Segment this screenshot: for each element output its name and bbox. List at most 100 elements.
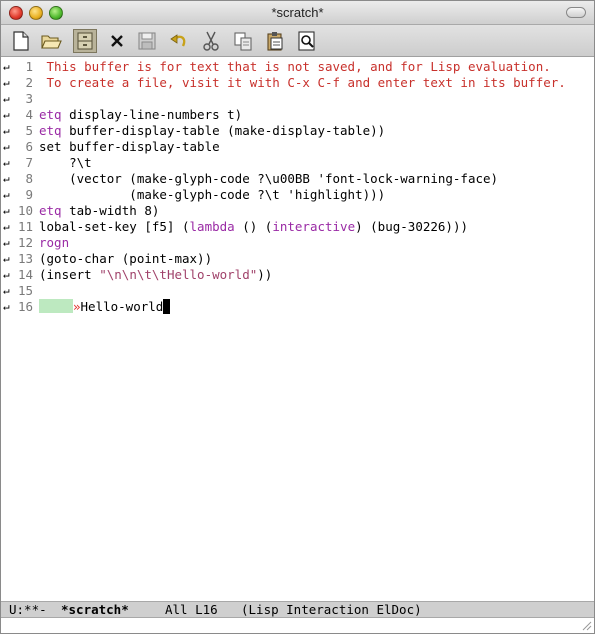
buffer-line[interactable]: ↵ 14 (insert "\n\n\t\tHello-world")) — [1, 267, 594, 283]
code-token: Hello-world — [80, 299, 164, 314]
continuation-arrow-icon: ↵ — [3, 268, 10, 281]
buffer-line[interactable]: ↵ 8 (vector (make-glyph-code ?\u00BB 'fon… — [1, 171, 594, 187]
modeline-status: U:**- — [9, 602, 47, 617]
buffer-line[interactable]: ↵ 3 — [1, 91, 594, 107]
code-token: lambda — [189, 219, 235, 234]
line-number: 12 — [17, 235, 33, 250]
line-number: 16 — [17, 299, 33, 314]
line-text[interactable]: (insert "\n\n\t\tHello-world")) — [39, 267, 272, 283]
code-token: )) — [257, 267, 273, 282]
buffer-line[interactable]: ↵ 4 etq display-line-numbers t) — [1, 107, 594, 123]
search-button[interactable] — [295, 29, 319, 53]
code-token: interactive — [272, 219, 356, 234]
modeline-position: All L16 — [165, 602, 218, 617]
continuation-arrow-icon: ↵ — [3, 60, 10, 73]
modeline-modes[interactable]: (Lisp Interaction ElDoc) — [241, 602, 422, 618]
paste-button[interactable] — [263, 29, 287, 53]
buffer-line[interactable]: ↵ 15 — [1, 283, 594, 299]
text-cursor — [163, 299, 171, 314]
code-token: To create a file, visit it with C-x C-f … — [39, 75, 566, 90]
continuation-arrow-icon: ↵ — [3, 252, 10, 265]
buffer-line[interactable]: ↵ 16 »Hello-world — [1, 299, 594, 315]
dired-button[interactable] — [73, 29, 97, 53]
line-number: 5 — [25, 123, 33, 138]
line-text[interactable]: (goto-char (point-max)) — [39, 251, 212, 267]
line-text[interactable]: etq buffer-display-table (make-display-t… — [39, 123, 385, 139]
line-text[interactable]: ?\t — [39, 155, 92, 171]
continuation-arrow-icon: ↵ — [3, 124, 10, 137]
line-number: 14 — [17, 267, 33, 282]
new-file-button[interactable] — [9, 29, 33, 53]
line-text[interactable]: etq tab-width 8) — [39, 203, 159, 219]
buffer-line[interactable]: ↵ 1 This buffer is for text that is not s… — [1, 59, 594, 75]
buffer-text-area[interactable]: ↵ 1 This buffer is for text that is not s… — [1, 58, 594, 600]
code-token: set buffer-display-table — [39, 139, 220, 154]
line-text[interactable]: To create a file, visit it with C-x C-f … — [39, 75, 566, 91]
continuation-arrow-icon: ↵ — [3, 284, 10, 297]
continuation-arrow-icon: ↵ — [3, 204, 10, 217]
code-token: lobal-set-key [f5] ( — [39, 219, 190, 234]
buffer-line[interactable]: ↵ 5 etq buffer-display-table (make-display… — [1, 123, 594, 139]
line-text[interactable]: »Hello-world — [39, 299, 171, 315]
line-text[interactable]: (vector (make-glyph-code ?\u00BB 'font-l… — [39, 171, 498, 187]
cabinet-icon — [77, 32, 93, 50]
line-text[interactable]: lobal-set-key [f5] (lambda () (interacti… — [39, 219, 468, 235]
code-token: etq — [39, 107, 62, 122]
continuation-arrow-icon: ↵ — [3, 108, 10, 121]
mode-line[interactable]: U:**- *scratch* All L16 (Lisp Interactio… — [1, 601, 594, 618]
kill-buffer-button[interactable] — [105, 29, 129, 53]
code-token: (goto-char (point-max)) — [39, 251, 213, 266]
copy-button[interactable] — [231, 29, 255, 53]
buffer-line[interactable]: ↵ 9 (make-glyph-code ?\t 'highlight))) — [1, 187, 594, 203]
line-number: 1 — [25, 59, 33, 74]
line-number: 11 — [17, 219, 33, 234]
line-text[interactable]: This buffer is for text that is not save… — [39, 59, 551, 75]
line-text[interactable]: etq display-line-numbers t) — [39, 107, 242, 123]
open-file-button[interactable] — [39, 29, 63, 53]
title-bar[interactable]: *scratch* — [1, 1, 594, 25]
line-number: 8 — [25, 171, 33, 186]
continuation-arrow-icon: ↵ — [3, 172, 10, 185]
code-token: () ( — [234, 219, 273, 234]
line-number: 4 — [25, 107, 33, 122]
code-token: buffer-display-table (make-display-table… — [61, 123, 386, 138]
buffer-line[interactable]: ↵ 12 rogn — [1, 235, 594, 251]
continuation-arrow-icon: ↵ — [3, 220, 10, 233]
line-number: 6 — [25, 139, 33, 154]
line-text[interactable]: set buffer-display-table — [39, 139, 220, 155]
modeline-buffer-name[interactable]: *scratch* — [61, 602, 129, 618]
continuation-arrow-icon: ↵ — [3, 236, 10, 249]
undo-icon — [170, 34, 186, 47]
toolbar-toggle-button[interactable] — [566, 7, 586, 18]
scissors-icon — [203, 31, 219, 51]
save-button[interactable] — [135, 29, 159, 53]
window-title: *scratch* — [271, 5, 324, 20]
line-number: 9 — [25, 187, 33, 202]
folder-open-icon — [41, 35, 62, 49]
cut-button[interactable] — [199, 29, 223, 53]
continuation-arrow-icon: ↵ — [3, 76, 10, 89]
buffer-line[interactable]: ↵ 6 set buffer-display-table — [1, 139, 594, 155]
undo-button[interactable] — [167, 29, 191, 53]
line-text[interactable]: rogn — [39, 235, 69, 251]
code-token: » — [73, 299, 81, 314]
buffer-line[interactable]: ↵ 2 To create a file, visit it with C-x C… — [1, 75, 594, 91]
close-x-icon — [111, 35, 123, 47]
buffer-line[interactable]: ↵ 7 ?\t — [1, 155, 594, 171]
resize-grip-icon[interactable] — [580, 619, 592, 631]
buffer-line[interactable]: ↵ 11 lobal-set-key [f5] (lambda () (intera… — [1, 219, 594, 235]
line-text[interactable]: (make-glyph-code ?\t 'highlight))) — [39, 187, 385, 203]
buffer-line[interactable]: ↵ 10 etq tab-width 8) — [1, 203, 594, 219]
code-token: (vector (make-glyph-code ?\u00BB 'font-l… — [39, 171, 499, 186]
code-token: "\n\n\t\tHello-world" — [99, 267, 258, 282]
line-number: 7 — [25, 155, 33, 170]
line-number: 15 — [17, 283, 33, 298]
new-file-icon — [13, 31, 29, 51]
line-number: 3 — [25, 91, 33, 106]
code-token: This buffer is for text that is not save… — [39, 59, 551, 74]
continuation-arrow-icon: ↵ — [3, 188, 10, 201]
buffer-line[interactable]: ↵ 13 (goto-char (point-max)) — [1, 251, 594, 267]
code-token: tab-width 8) — [61, 203, 160, 218]
code-token: rogn — [39, 235, 70, 250]
minibuffer[interactable] — [1, 619, 594, 633]
